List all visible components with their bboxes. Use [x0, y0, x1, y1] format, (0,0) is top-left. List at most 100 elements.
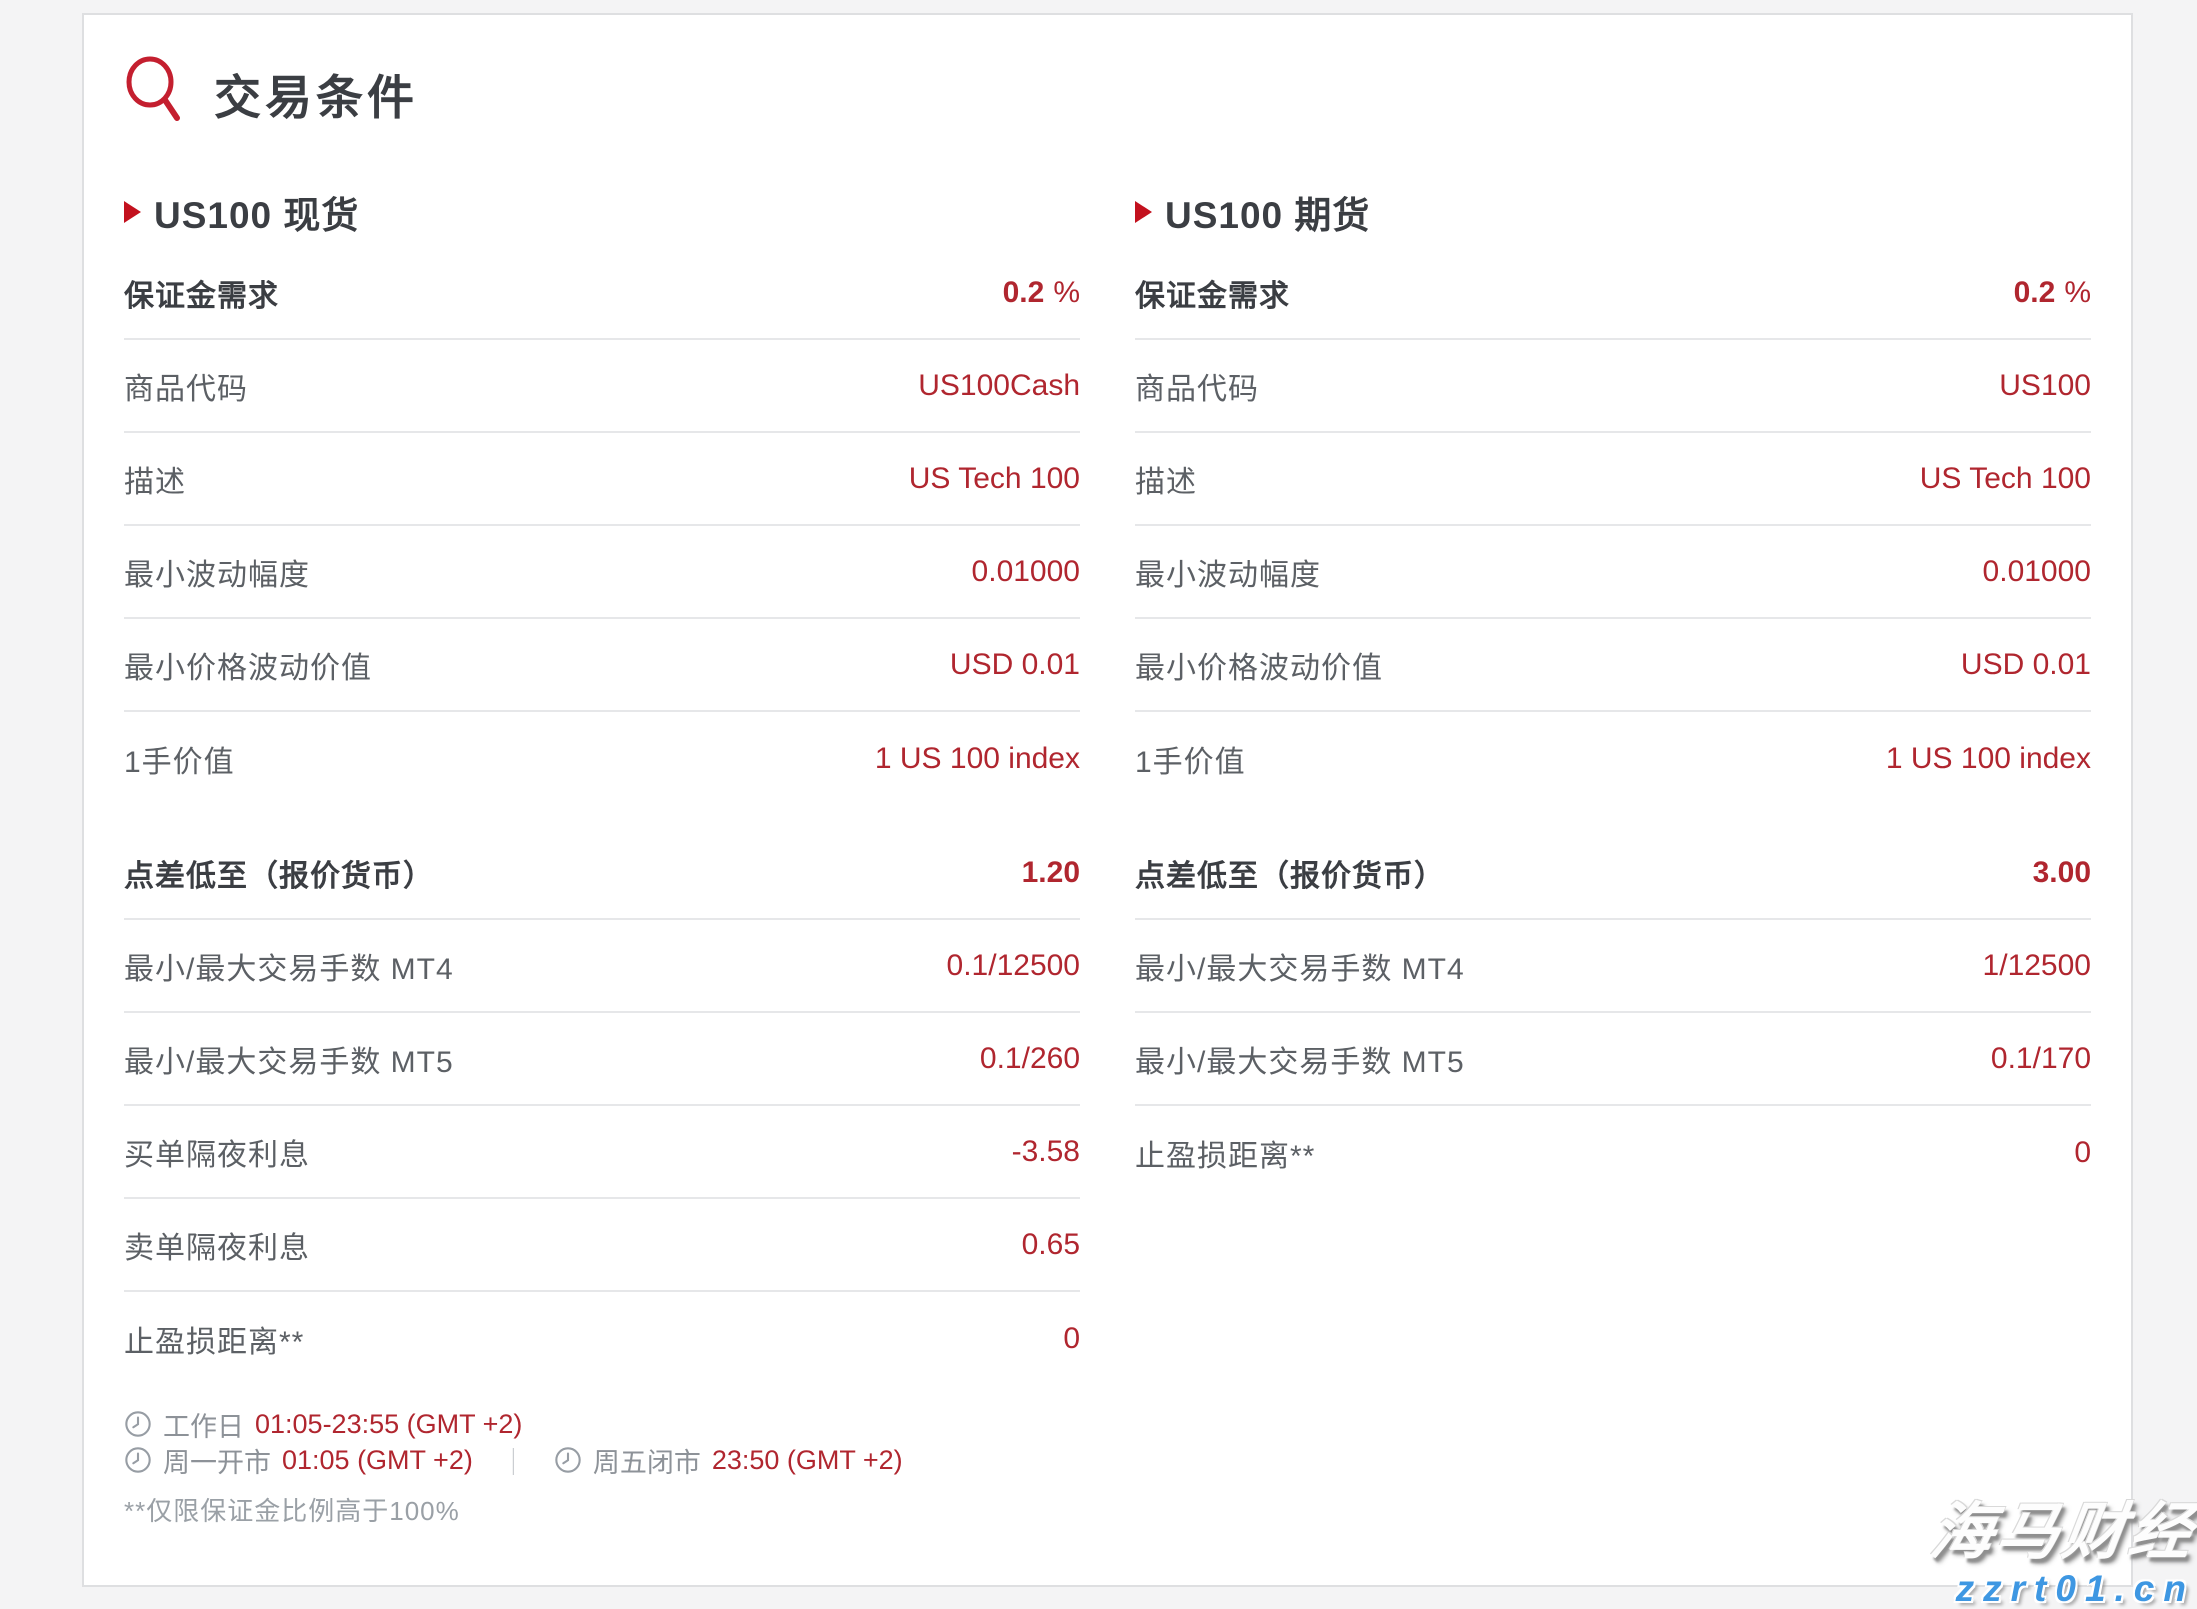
instrument-title: US100 期货: [1165, 185, 1370, 239]
spec-value-main: 0: [1063, 1322, 1080, 1355]
spec-label: 1手价值: [124, 737, 235, 781]
instrument-column: US100 现货 保证金需求 0.2% 商品代码 US100Cash 描述 US…: [124, 191, 1080, 1385]
spec-row: 最小/最大交易手数 MT4 0.1/12500: [124, 920, 1080, 1013]
spec-section: 点差低至（报价货币） 1.20 最小/最大交易手数 MT4 0.1/12500 …: [124, 827, 1080, 1385]
spec-value: 3.00: [2033, 856, 2091, 890]
spec-value-main: 0.65: [1022, 1228, 1080, 1261]
magnifier-icon: [124, 55, 184, 132]
spec-value: 0.65: [1022, 1228, 1080, 1262]
spec-label: 最小波动幅度: [124, 550, 310, 594]
spec-row: 1手价值 1 US 100 index: [124, 712, 1080, 805]
spec-label: 买单隔夜利息: [124, 1130, 310, 1174]
spec-value-main: 0.1/170: [1991, 1042, 2091, 1075]
spec-value: 0.01000: [972, 555, 1080, 589]
schedule-label: 工作日: [163, 1405, 244, 1444]
spec-label: 描述: [124, 457, 186, 501]
spec-label: 最小价格波动价值: [124, 643, 372, 687]
spec-row: 保证金需求 0.2%: [124, 247, 1080, 340]
spec-value-main: 0.2: [1003, 276, 1045, 309]
spec-row: 买单隔夜利息 -3.58: [124, 1106, 1080, 1199]
spec-row: 点差低至（报价货币） 1.20: [124, 827, 1080, 920]
spec-value: US100Cash: [918, 369, 1080, 403]
spec-row: 最小价格波动价值 USD 0.01: [1135, 619, 2091, 712]
spec-row: 最小波动幅度 0.01000: [1135, 526, 2091, 619]
spec-label: 点差低至（报价货币）: [1135, 851, 1445, 895]
spec-value-main: US Tech 100: [909, 462, 1080, 495]
trading-hours: 工作日 01:05-23:55 (GMT +2) 周一开市 01:05 (GMT…: [124, 1407, 2091, 1477]
spec-row: 卖单隔夜利息 0.65: [124, 1199, 1080, 1292]
spec-sections: 保证金需求 0.2% 商品代码 US100 描述 US Tech 100 最小波…: [1135, 247, 2091, 1199]
spec-label: 卖单隔夜利息: [124, 1223, 310, 1267]
spec-value-main: 0.1/260: [980, 1042, 1080, 1075]
instrument-header[interactable]: US100 现货: [124, 191, 1080, 233]
spec-value-main: US100: [1999, 369, 2091, 402]
spec-value-main: USD 0.01: [1961, 648, 2091, 681]
spec-label: 止盈损距离**: [1135, 1131, 1315, 1175]
instrument-column: US100 期货 保证金需求 0.2% 商品代码 US100 描述 US Tec…: [1135, 191, 2091, 1385]
spec-value: 0.2%: [1003, 276, 1080, 310]
spec-value: 0.1/260: [980, 1042, 1080, 1076]
spec-row: 1手价值 1 US 100 index: [1135, 712, 2091, 805]
spec-value-main: 1 US 100 index: [1886, 742, 2091, 775]
spec-row: 最小/最大交易手数 MT5 0.1/260: [124, 1013, 1080, 1106]
spec-label: 保证金需求: [124, 271, 279, 315]
spec-value: USD 0.01: [950, 648, 1080, 682]
spec-row: 最小/最大交易手数 MT5 0.1/170: [1135, 1013, 2091, 1106]
spec-label: 描述: [1135, 457, 1197, 501]
spec-label: 点差低至（报价货币）: [124, 851, 434, 895]
spec-sections: 保证金需求 0.2% 商品代码 US100Cash 描述 US Tech 100…: [124, 247, 1080, 1385]
spec-value: US Tech 100: [1920, 462, 2091, 496]
clock-icon: [554, 1446, 582, 1474]
spec-value-main: 1.20: [1022, 856, 1080, 889]
spec-label: 商品代码: [1135, 364, 1259, 408]
spec-label: 止盈损距离**: [124, 1317, 304, 1361]
clock-icon: [124, 1410, 152, 1438]
spec-value: USD 0.01: [1961, 648, 2091, 682]
spec-row: 保证金需求 0.2%: [1135, 247, 2091, 340]
spec-value-main: 0.1/12500: [947, 949, 1080, 982]
spec-label: 最小/最大交易手数 MT4: [1135, 944, 1465, 988]
spec-value-main: 0: [2074, 1136, 2091, 1169]
spec-value: 1/12500: [1983, 949, 2091, 983]
triangle-marker-icon: [1135, 201, 1152, 223]
spec-row: 止盈损距离** 0: [1135, 1106, 2091, 1199]
spec-row: 止盈损距离** 0: [124, 1292, 1080, 1385]
trading-hours-open-close: 周一开市 01:05 (GMT +2) ｜ 周五闭市 23:50 (GMT +2…: [124, 1443, 2091, 1477]
spec-label: 最小/最大交易手数 MT5: [1135, 1037, 1465, 1081]
spec-value-suffix: %: [1053, 276, 1080, 309]
spec-row: 最小波动幅度 0.01000: [124, 526, 1080, 619]
columns-container: US100 现货 保证金需求 0.2% 商品代码 US100Cash 描述 US…: [124, 191, 2091, 1385]
spec-value-suffix: %: [2064, 276, 2091, 309]
schedule-label: 周五闭市: [593, 1441, 701, 1480]
spec-value-main: USD 0.01: [950, 648, 1080, 681]
spec-row: 商品代码 US100Cash: [124, 340, 1080, 433]
spec-value: 0.1/12500: [947, 949, 1080, 983]
spec-label: 保证金需求: [1135, 271, 1290, 315]
spec-value: 1.20: [1022, 856, 1080, 890]
trading-hours-weekday: 工作日 01:05-23:55 (GMT +2): [124, 1407, 2091, 1441]
spec-value-main: 3.00: [2033, 856, 2091, 889]
spec-value-main: 0.01000: [972, 555, 1080, 588]
spec-value: 0.01000: [1983, 555, 2091, 589]
spec-value: 0.2%: [2014, 276, 2091, 310]
spec-value-main: US Tech 100: [1920, 462, 2091, 495]
spec-row: 商品代码 US100: [1135, 340, 2091, 433]
instrument-title: US100 现货: [154, 185, 359, 239]
spec-value: 1 US 100 index: [875, 742, 1080, 776]
clock-icon: [124, 1446, 152, 1474]
spec-value: US Tech 100: [909, 462, 1080, 496]
spec-label: 最小价格波动价值: [1135, 643, 1383, 687]
spec-label: 最小/最大交易手数 MT4: [124, 944, 454, 988]
spec-value-main: 1/12500: [1983, 949, 2091, 982]
triangle-marker-icon: [124, 201, 141, 223]
schedule-time: 01:05 (GMT +2): [282, 1445, 473, 1476]
spec-value: US100: [1999, 369, 2091, 403]
spec-value-main: 1 US 100 index: [875, 742, 1080, 775]
page-background: 交易条件 US100 现货 保证金需求 0.2% 商品代码 US100Cash …: [0, 0, 2197, 1609]
schedule-time: 01:05-23:55 (GMT +2): [255, 1409, 522, 1440]
instrument-header[interactable]: US100 期货: [1135, 191, 2091, 233]
spec-value: -3.58: [1012, 1135, 1080, 1169]
spec-value: 1 US 100 index: [1886, 742, 2091, 776]
spec-value: 0.1/170: [1991, 1042, 2091, 1076]
spec-row: 点差低至（报价货币） 3.00: [1135, 827, 2091, 920]
